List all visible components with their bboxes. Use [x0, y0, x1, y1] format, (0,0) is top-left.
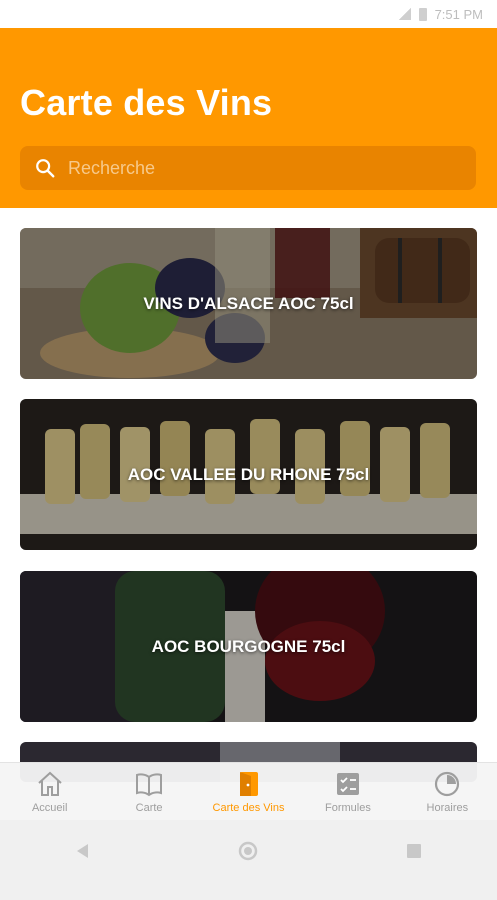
- home-button[interactable]: [235, 838, 261, 864]
- wine-menu-icon: [239, 772, 258, 796]
- nav-item-formules[interactable]: Formules: [298, 763, 397, 820]
- wine-category-label: VINS D'ALSACE AOC 75cl: [143, 293, 354, 313]
- wine-category-label: AOC BOURGOGNE 75cl: [151, 636, 346, 656]
- page-title: Carte des Vins: [20, 82, 273, 123]
- wine-category-card-bourgogne[interactable]: AOC BOURGOGNE 75cl: [20, 571, 477, 722]
- wine-category-label: AOC VALLEE DU RHONE 75cl: [127, 464, 370, 484]
- nav-label-carte-des-vins: Carte des Vins: [212, 802, 285, 814]
- back-icon: [76, 844, 88, 858]
- signal-icon: [398, 8, 411, 20]
- nav-label-formules: Formules: [325, 802, 371, 814]
- open-book-icon: [136, 773, 163, 797]
- back-button[interactable]: [70, 838, 96, 864]
- nav-label-horaires: Horaires: [426, 802, 469, 814]
- wine-category-card-alsace[interactable]: VINS D'ALSACE AOC 75cl: [20, 228, 477, 379]
- clock-icon: [435, 771, 460, 797]
- battery-icon: [418, 7, 427, 21]
- checklist-icon: [336, 773, 359, 795]
- search-input[interactable]: [68, 157, 448, 179]
- home-circle-icon: [239, 841, 258, 861]
- nav-item-horaires[interactable]: Horaires: [398, 763, 497, 820]
- nav-item-carte-des-vins[interactable]: Carte des Vins: [199, 763, 298, 820]
- nav-item-carte[interactable]: Carte: [99, 763, 198, 820]
- bottom-navigation: Accueil Carte Carte des Vins Formules Ho…: [0, 762, 497, 820]
- recents-button[interactable]: [401, 838, 427, 864]
- search-bar[interactable]: [20, 146, 476, 190]
- home-icon: [38, 771, 62, 796]
- status-bar: 7:51 PM: [0, 0, 497, 28]
- wine-category-card-rhone[interactable]: AOC VALLEE DU RHONE 75cl: [20, 399, 477, 550]
- nav-label-carte: Carte: [135, 802, 163, 814]
- status-time: 7:51 PM: [434, 6, 483, 22]
- recents-icon: [407, 844, 422, 858]
- nav-item-accueil[interactable]: Accueil: [0, 763, 99, 820]
- nav-label-accueil: Accueil: [31, 802, 68, 814]
- app-header: Carte des Vins: [0, 28, 497, 208]
- search-icon: [36, 159, 55, 178]
- system-navigation-bar: [0, 820, 497, 900]
